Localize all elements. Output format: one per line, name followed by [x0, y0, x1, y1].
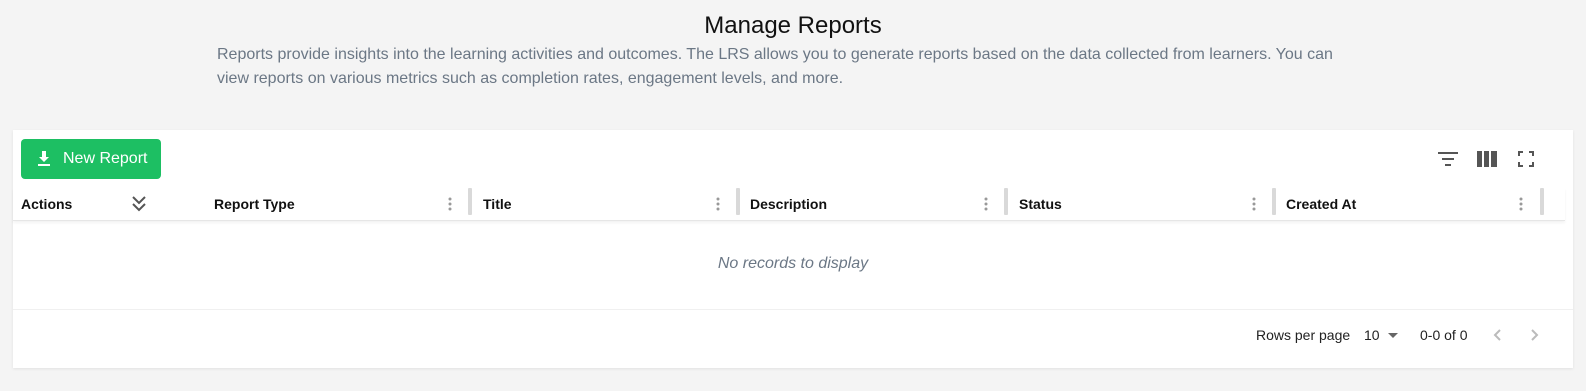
pagination-range: 0-0 of 0 [1420, 327, 1468, 343]
more-vertical-icon [1519, 197, 1523, 211]
column-header-actions: Actions [21, 196, 73, 212]
new-report-label: New Report [63, 150, 148, 167]
new-report-button[interactable]: New Report [21, 139, 161, 179]
rows-per-page-value: 10 [1364, 327, 1380, 343]
more-vertical-icon [984, 197, 988, 211]
empty-table-message: No records to display [717, 255, 869, 272]
page-description: Reports provide insights into the learni… [217, 46, 1333, 87]
column-menu-description[interactable] [978, 196, 994, 212]
column-header-created-at[interactable]: Created At [1286, 188, 1356, 220]
column-resize-handle[interactable] [468, 188, 472, 215]
more-vertical-icon [1252, 197, 1256, 211]
columns-toggle-button[interactable] [1474, 146, 1500, 172]
next-page-button[interactable] [1525, 325, 1545, 345]
page-title: Manage Reports [704, 12, 882, 39]
fullscreen-toggle-button[interactable] [1513, 146, 1539, 172]
columns-icon [1477, 151, 1497, 167]
more-vertical-icon [716, 197, 720, 211]
column-resize-handle[interactable] [736, 188, 740, 215]
column-header-status[interactable]: Status [1019, 188, 1062, 220]
filter-icon [1438, 152, 1458, 166]
filter-toggle-button[interactable] [1435, 146, 1461, 172]
table-footer-divider [13, 309, 1573, 310]
fullscreen-icon [1518, 151, 1534, 167]
column-menu-status[interactable] [1246, 196, 1262, 212]
column-header-report-type[interactable]: Report Type [214, 188, 295, 220]
more-vertical-icon [448, 197, 452, 211]
column-resize-handle[interactable] [1540, 188, 1544, 215]
previous-page-button[interactable] [1487, 325, 1507, 345]
rows-per-page-label: Rows per page [1256, 327, 1351, 343]
download-icon [38, 151, 50, 166]
rows-per-page-select[interactable]: 10 [1364, 325, 1398, 345]
table-header: Actions Report Type Title Description St… [13, 188, 1565, 221]
chevron-right-icon [1531, 329, 1539, 341]
column-resize-handle[interactable] [1004, 188, 1008, 215]
reports-table-card: New Report Actions Report Type Title Des… [13, 130, 1573, 368]
column-menu-created-at[interactable] [1513, 196, 1529, 212]
column-menu-title[interactable] [710, 196, 726, 212]
expand-all-icon[interactable] [131, 195, 147, 213]
column-header-title[interactable]: Title [483, 188, 512, 220]
caret-down-icon [1387, 332, 1398, 338]
chevron-left-icon [1493, 329, 1501, 341]
column-header-description[interactable]: Description [750, 188, 827, 220]
column-menu-report-type[interactable] [442, 196, 458, 212]
column-resize-handle[interactable] [1272, 188, 1276, 215]
